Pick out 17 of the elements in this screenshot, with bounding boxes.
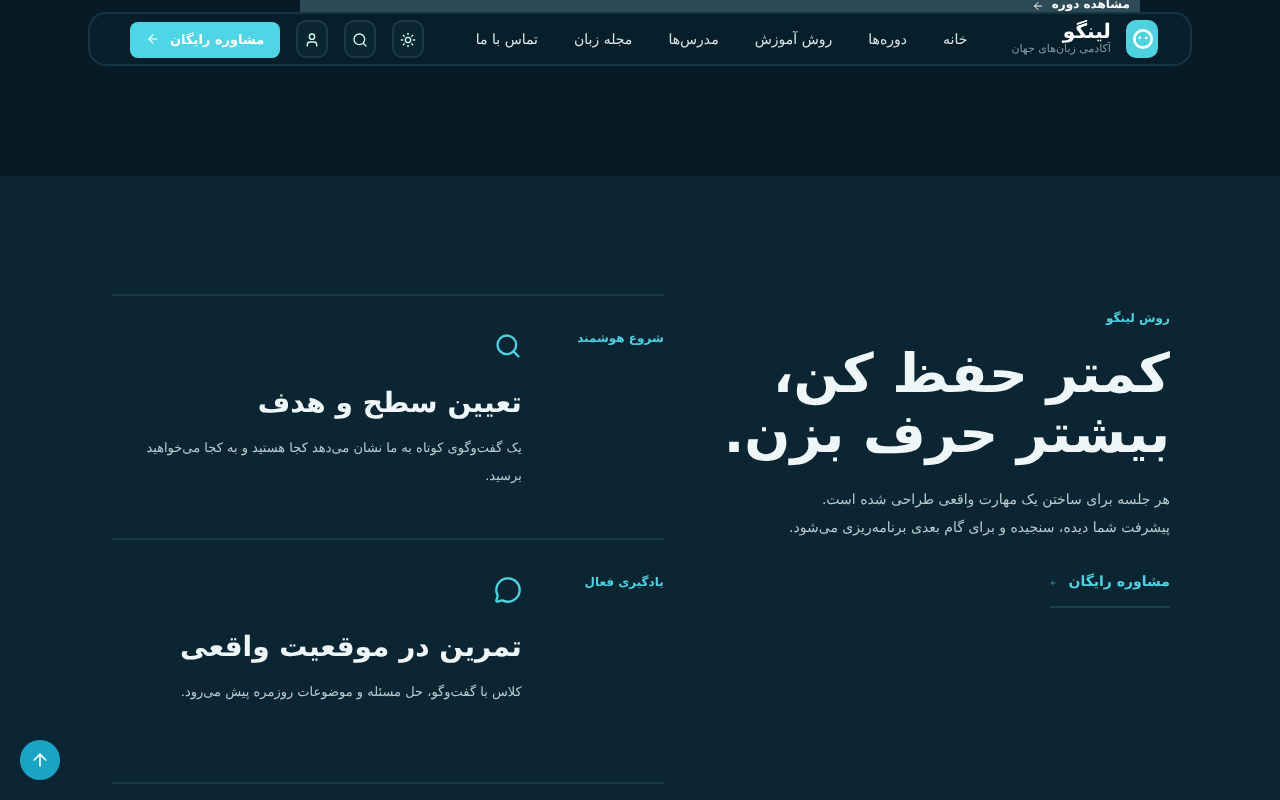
brand-name[interactable]: لینگو bbox=[1011, 22, 1111, 44]
arrow-left-icon bbox=[1031, 0, 1044, 12]
arrow-left-icon bbox=[146, 32, 160, 46]
theme-toggle-button[interactable] bbox=[392, 20, 424, 58]
arrow-up-icon bbox=[30, 750, 50, 770]
account-button[interactable] bbox=[296, 20, 329, 58]
scroll-to-top-button[interactable] bbox=[20, 740, 60, 780]
logo-icon bbox=[1126, 20, 1158, 58]
user-icon bbox=[304, 31, 321, 47]
step-title: تمرین در موقعیت واقعی bbox=[180, 632, 522, 664]
search-icon bbox=[352, 31, 369, 47]
sun-icon bbox=[399, 31, 416, 47]
hero-headline: کمتر حفظ کن، بیشتر حرف بزن. bbox=[723, 346, 1170, 467]
chat-bubble-icon bbox=[493, 576, 522, 604]
search-button[interactable] bbox=[344, 20, 376, 58]
step-title: تعیین سطح و هدف bbox=[257, 388, 522, 420]
search-icon bbox=[493, 332, 522, 360]
